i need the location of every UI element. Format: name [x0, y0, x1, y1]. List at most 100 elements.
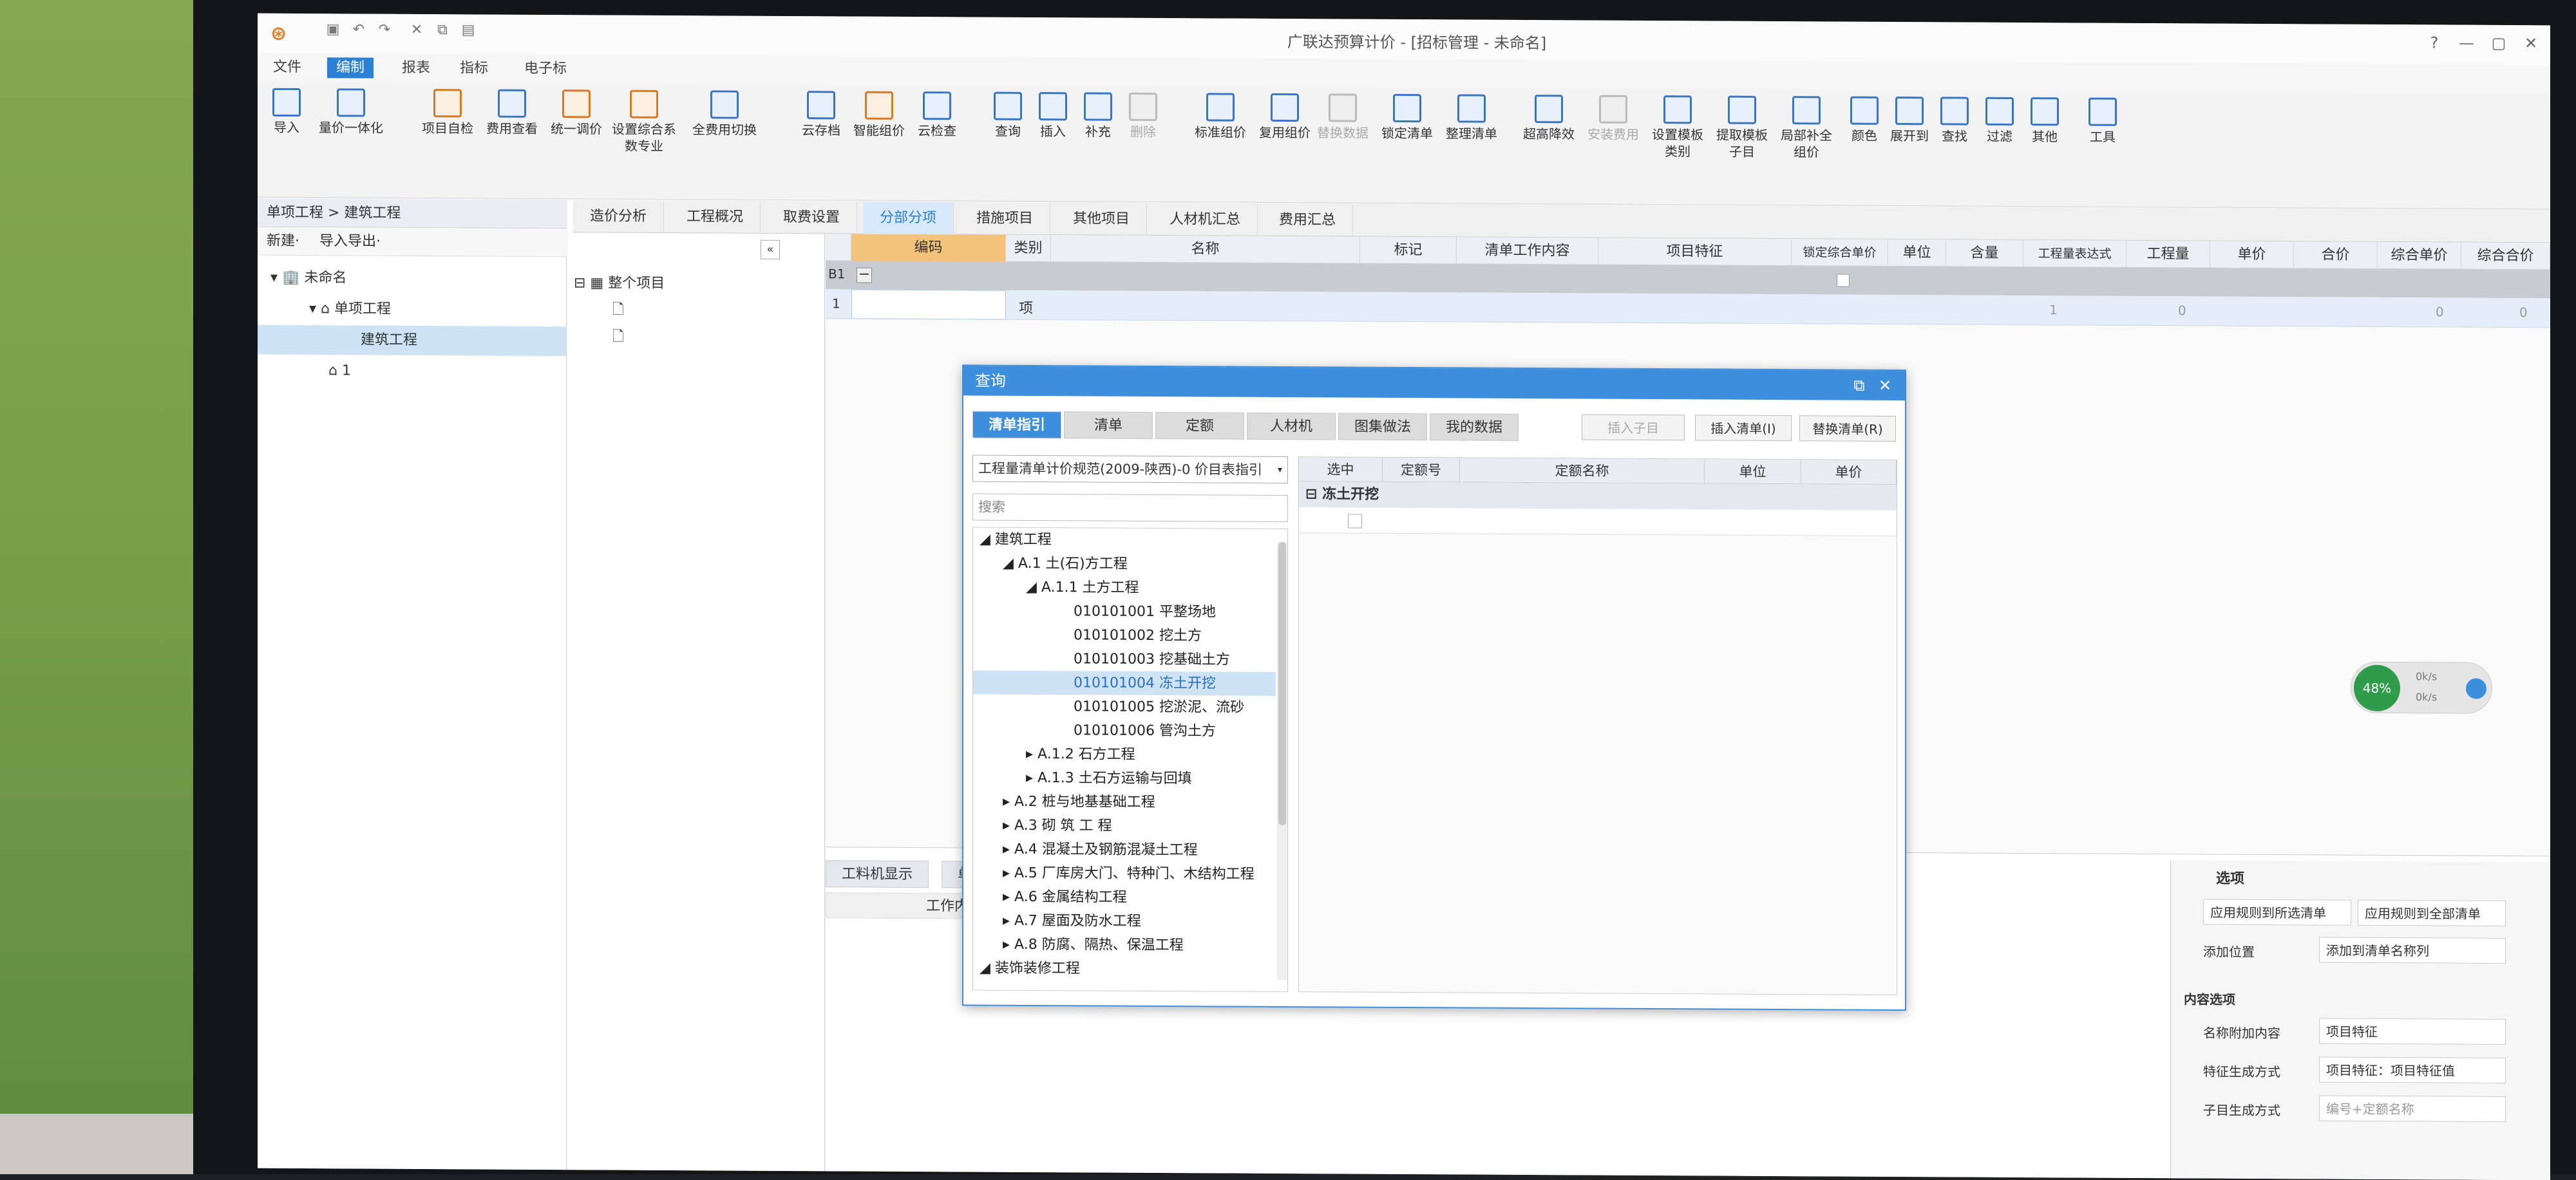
reuse-price-button[interactable]: 复用组价 [1256, 93, 1314, 141]
tree-item[interactable]: ◢ 装饰装修工程 [973, 956, 1276, 981]
quota-header-price[interactable]: 单价 [1801, 460, 1897, 485]
menu-report[interactable]: 报表 [393, 58, 439, 79]
grid-header-locked-price[interactable]: 锁定综合单价 [1792, 239, 1888, 267]
tree-item[interactable]: 010101005 挖淤泥、流砂 [973, 694, 1276, 719]
help-icon[interactable]: ? [2421, 33, 2447, 53]
partial-complete-button[interactable]: 局部补全组价 [1777, 96, 1835, 160]
tree-item[interactable]: ◢ A.1.1 土方工程 [973, 575, 1276, 600]
grid-header-price[interactable]: 单价 [2210, 241, 2294, 269]
doc-icon[interactable]: 🗋 [612, 299, 624, 323]
insert-subitem-button[interactable]: 插入子目 [1582, 414, 1685, 441]
grid-header-type[interactable]: 类别 [1006, 234, 1051, 263]
name-add-select[interactable]: 项目特征 [2319, 1018, 2506, 1045]
standard-price-button[interactable]: 标准组价 [1191, 93, 1249, 140]
redo-icon[interactable]: ↷ [374, 22, 395, 44]
quota-header-name[interactable]: 定额名称 [1460, 458, 1705, 484]
expression-cell[interactable]: 1 [2049, 302, 2058, 317]
dialog-tab-my-data[interactable]: 我的数据 [1430, 413, 1519, 441]
tree-item-project[interactable]: ▾ 🏢 未命名 [258, 263, 567, 295]
grid-header-quantity[interactable]: 工程量 [2126, 240, 2210, 268]
tree-item[interactable]: ▸ A.4 混凝土及钢筋混凝土工程 [973, 837, 1276, 862]
filter-button[interactable]: 过滤 [1977, 97, 2022, 145]
quota-header-number[interactable]: 定额号 [1383, 457, 1460, 483]
tree-scrollbar[interactable] [1277, 541, 1287, 980]
grid-header-name[interactable]: 名称 [1051, 235, 1360, 264]
tree-item[interactable]: ▸ A.7 屋面及防水工程 [973, 908, 1276, 933]
grid-header-total[interactable]: 合价 [2294, 241, 2378, 269]
search-input[interactable]: 搜索 [972, 493, 1288, 523]
type-cell[interactable]: 项 [1019, 297, 1033, 317]
apply-all-button[interactable]: 应用规则到全部清单 [2358, 899, 2506, 926]
tree-item-single-project[interactable]: ▾ ⌂ 单项工程 [258, 294, 567, 326]
grid-header-feature[interactable]: 项目特征 [1598, 238, 1792, 267]
expand-to-button[interactable]: 展开到 [1887, 96, 1932, 144]
full-fee-button[interactable]: 全费用切换 [689, 90, 760, 138]
menu-ebid[interactable]: 电子标 [515, 59, 576, 79]
grid-header-composite-price[interactable]: 综合单价 [2378, 241, 2461, 270]
tab-other-items[interactable]: 其他项目 [1056, 203, 1148, 236]
super-high-button[interactable]: 超高降效 [1520, 95, 1578, 142]
tree-item-building[interactable]: 建筑工程 [258, 324, 567, 357]
table-row[interactable] [1299, 507, 1897, 537]
grid-header-expression[interactable]: 工程量表达式 [2023, 240, 2126, 268]
select-checkbox[interactable] [1348, 514, 1362, 529]
composite-total-cell[interactable]: 0 [2519, 304, 2528, 320]
import-export-button[interactable]: 导入导出· [319, 233, 381, 249]
dialog-tab-materials[interactable]: 人材机 [1247, 412, 1336, 440]
close-button[interactable]: ✕ [2518, 34, 2544, 53]
grid-header-content[interactable]: 含量 [1946, 239, 2023, 268]
grid-header-unit[interactable]: 单位 [1888, 239, 1946, 267]
replace-data-button[interactable]: 替换数据 [1314, 93, 1372, 141]
template-category-button[interactable]: 设置模板类别 [1649, 95, 1707, 160]
tab-fee-settings[interactable]: 取费设置 [766, 201, 858, 234]
tree-item[interactable]: ▸ A.3 砌 筑 工 程 [973, 813, 1276, 838]
maximize-button[interactable]: ▢ [2486, 34, 2512, 53]
tree-item-selected[interactable]: 010101004 冻土开挖 [973, 670, 1276, 696]
tree-item[interactable]: ▸ A.1.2 石方工程 [973, 742, 1276, 767]
color-button[interactable]: 颜色 [1842, 96, 1887, 144]
dialog-tab-atlas[interactable]: 图集做法 [1338, 413, 1427, 441]
organize-list-button[interactable]: 整理清单 [1443, 94, 1501, 142]
feature-mode-select[interactable]: 项目特征：项目特征值 [2319, 1056, 2506, 1083]
code-cell[interactable] [851, 289, 1006, 320]
tab-project-overview[interactable]: 工程概况 [670, 201, 761, 234]
grid-header-composite-total[interactable]: 综合合价 [2461, 242, 2550, 270]
save-icon[interactable]: ▣ [322, 21, 344, 43]
sub-mode-select[interactable]: 编号+定额名称 [2319, 1095, 2506, 1122]
menu-edit[interactable]: 编制 [327, 57, 374, 79]
tab-labor-material[interactable]: 人材机汇总 [1153, 203, 1258, 236]
quota-group-row[interactable]: ⊟ 冻土开挖 [1299, 482, 1897, 511]
smart-price-button[interactable]: 智能组价 [850, 91, 908, 138]
copy-icon[interactable]: ⧉ [431, 22, 453, 44]
doc-icon[interactable]: 🗋 [612, 326, 624, 350]
apply-selected-button[interactable]: 应用规则到所选清单 [2203, 899, 2351, 926]
insert-list-button[interactable]: 插入清单(I) [1695, 415, 1792, 442]
dialog-close-icon[interactable]: ✕ [1875, 376, 1895, 395]
scrollbar-thumb[interactable] [1278, 541, 1286, 826]
tab-cost-analysis[interactable]: 造价分析 [573, 200, 665, 233]
set-coefficient-button[interactable]: 设置综合系数专业 [612, 89, 676, 155]
tree-item[interactable]: ▸ A.5 厂库房大门、特种门、木结构工程 [973, 861, 1276, 886]
tree-item[interactable]: 010101003 挖基础土方 [973, 646, 1276, 671]
norm-select[interactable]: 工程量清单计价规范(2009-陕西)-0 价目表指引 ▾ [972, 454, 1288, 484]
cloud-check-button[interactable]: 云检查 [908, 91, 966, 139]
tab-fee-summary[interactable]: 费用汇总 [1262, 203, 1354, 237]
collapse-panel-button[interactable]: « [761, 239, 780, 259]
lock-list-button[interactable]: 锁定清单 [1378, 93, 1436, 142]
find-button[interactable]: 查找 [1932, 97, 1977, 144]
extract-template-button[interactable]: 提取模板子目 [1713, 95, 1771, 160]
unified-price-button[interactable]: 统一调价 [547, 89, 605, 137]
menu-file[interactable]: 文件 [264, 57, 310, 78]
dialog-tab-list[interactable]: 清单 [1064, 411, 1153, 439]
undo-icon[interactable]: ↶ [348, 21, 370, 43]
paste-icon[interactable]: ▤ [457, 22, 479, 44]
tree-item[interactable]: ▸ A.1.3 土石方运输与回填 [973, 765, 1276, 791]
cloud-save-button[interactable]: 云存档 [792, 91, 850, 138]
quota-header-selected[interactable]: 选中 [1299, 457, 1383, 482]
self-check-button[interactable]: 项目自检 [419, 89, 477, 136]
tree-item[interactable]: ◢ A.1 土(石)方工程 [973, 551, 1276, 576]
tree-item[interactable]: 010101001 平整场地 [973, 599, 1276, 624]
tab-labor-display[interactable]: 工料机显示 [826, 860, 929, 888]
tree-item[interactable]: 010101006 管沟土方 [973, 718, 1276, 743]
delete-button[interactable]: 删除 [1114, 92, 1172, 140]
